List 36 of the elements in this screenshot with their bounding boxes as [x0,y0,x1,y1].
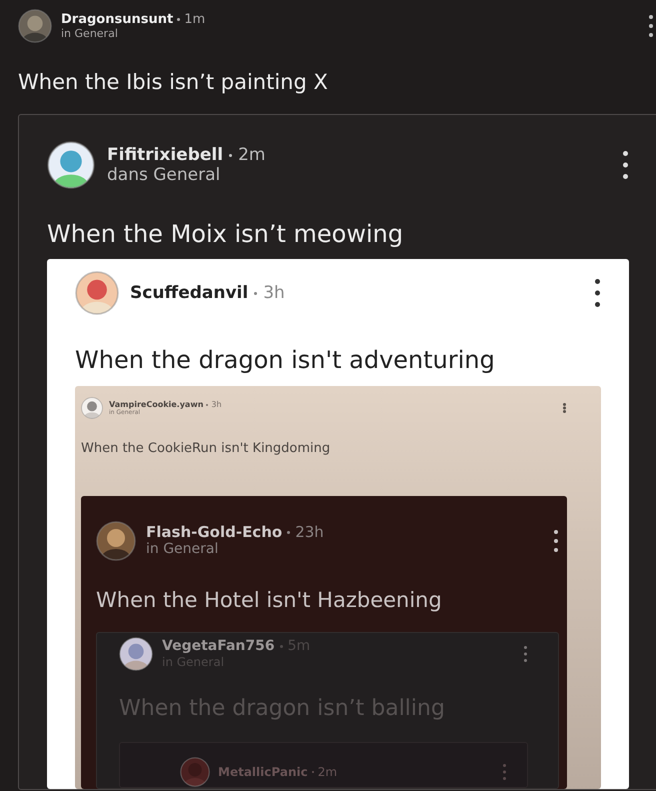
community-name[interactable]: dans General [107,165,622,186]
separator-dot-icon [206,404,208,406]
author-name[interactable]: Flash-Gold-Echo [146,523,282,542]
embedded-post[interactable] [47,259,629,790]
separator-dot-icon [280,645,283,648]
post-title: When the Hotel isn't Hazbeening [96,586,443,613]
post-title: When the dragon isn't adventuring [75,345,496,376]
avatar[interactable] [119,636,153,671]
author-name[interactable]: Scuffedanvil [130,283,248,304]
post-time: 2m [318,765,338,780]
author-name[interactable]: Fifitrixiebell [107,144,224,166]
post-time: 1m [184,12,206,28]
post-time: 3h [211,400,222,410]
author-name[interactable]: VegetaFan756 [162,638,275,655]
community-name[interactable]: in General [61,27,648,40]
embedded-post[interactable] [18,114,656,790]
post-title: When the CookieRun isn't Kingdoming [81,441,332,458]
author-name[interactable]: VampireCookie.yawn [109,400,204,410]
separator-dot-icon [229,154,232,157]
post-title: When the Ibis isn’t painting X [18,69,329,96]
more-options-icon[interactable] [622,150,629,180]
author-name[interactable]: Dragonsunsunt [61,12,174,28]
separator-dot-icon [287,530,290,534]
separator-dot-icon [312,771,314,774]
embedded-post[interactable] [75,386,601,790]
separator-dot-icon [177,18,180,21]
more-options-icon[interactable] [648,14,654,38]
separator-dot-icon [254,292,258,295]
community-name[interactable]: in General [146,541,553,558]
post-title: When the Moix isn’t meowing [47,219,404,250]
more-options-icon[interactable] [594,278,601,308]
more-options-icon[interactable] [553,528,559,552]
post-time: 23h [295,523,324,542]
avatar[interactable] [96,520,136,560]
post-time: 2m [238,144,266,166]
post-time: 3h [263,283,285,304]
